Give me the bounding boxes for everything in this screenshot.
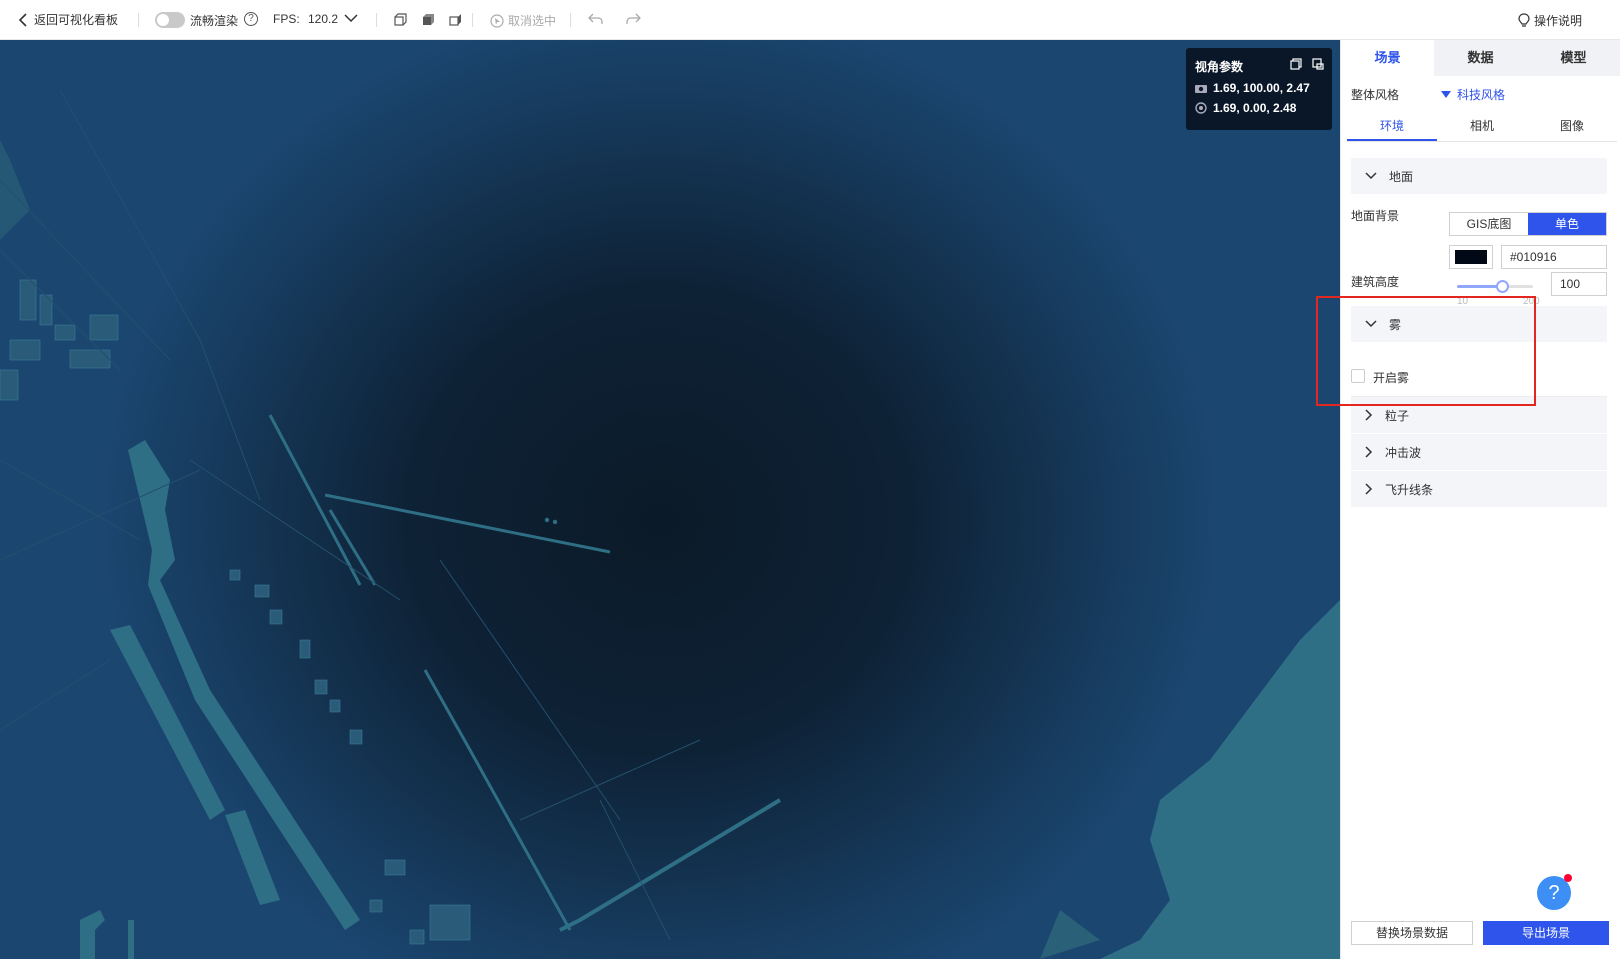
style-select[interactable]: 科技风格 [1441, 86, 1505, 103]
tab-scene[interactable]: 场景 [1341, 40, 1434, 76]
paste-icon[interactable] [1312, 58, 1324, 70]
sub-tabs: 环境 相机 图像 [1347, 110, 1617, 142]
building-height-input[interactable]: 100 [1551, 272, 1607, 296]
camera-position-value: 1.69, 100.00, 2.47 [1213, 81, 1310, 95]
render-help-icon[interactable]: ? [244, 12, 258, 26]
back-label: 返回可视化看板 [34, 13, 119, 27]
subtab-camera[interactable]: 相机 [1437, 110, 1527, 141]
view-front-icon[interactable] [393, 13, 407, 27]
map-viewport[interactable]: 视角参数 1.69, 100.00, 2.47 1.69, 0.00, 2.48 [0, 40, 1340, 959]
chevron-left-icon [18, 12, 27, 27]
section-ground-title: 地面 [1389, 169, 1414, 184]
toolbar-divider [472, 13, 473, 27]
redo-icon[interactable] [625, 12, 641, 26]
ground-bg-option-gis[interactable]: GIS底图 [1450, 213, 1528, 235]
highlight-box [1316, 296, 1536, 406]
building-height-label: 建筑高度 [1351, 275, 1400, 289]
style-row: 整体风格 科技风格 [1351, 86, 1611, 103]
back-button[interactable]: 返回可视化看板 [18, 11, 118, 28]
section-flying-lines[interactable]: 飞升线条 [1351, 471, 1607, 507]
building-height-slider-thumb[interactable] [1496, 280, 1509, 293]
color-preview [1455, 250, 1487, 264]
toolbar-divider [138, 13, 139, 27]
camera-target-value: 1.69, 0.00, 2.48 [1213, 101, 1297, 115]
subtab-image[interactable]: 图像 [1527, 110, 1617, 141]
camera-icon [1195, 85, 1207, 93]
smooth-render-toggle[interactable] [155, 12, 185, 28]
lightbulb-icon [1518, 12, 1530, 27]
top-toolbar: 返回可视化看板 流畅渲染 ? FPS: 120.2 取消选中 操作说明 [0, 0, 1620, 40]
camera-params-panel: 视角参数 1.69, 100.00, 2.47 1.69, 0.00, 2.48 [1186, 48, 1332, 130]
subtab-environment[interactable]: 环境 [1347, 110, 1437, 141]
section-shockwave-title: 冲击波 [1385, 445, 1422, 460]
section-flying-lines-title: 飞升线条 [1385, 482, 1434, 497]
ground-bg-label: 地面背景 [1351, 209, 1400, 223]
ground-bg-segmented: GIS底图 单色 [1449, 212, 1607, 236]
chevron-down-icon [1365, 172, 1377, 180]
guide-label: 操作说明 [1533, 14, 1582, 28]
tab-data[interactable]: 数据 [1434, 40, 1527, 76]
undo-icon[interactable] [588, 12, 604, 26]
ground-bg-option-solid[interactable]: 单色 [1528, 213, 1606, 235]
guide-button[interactable]: 操作说明 [1518, 12, 1582, 29]
tab-model[interactable]: 模型 [1527, 40, 1620, 76]
toolbar-divider [570, 13, 571, 27]
section-ground[interactable]: 地面 [1351, 158, 1607, 194]
chevron-down-icon [344, 14, 358, 23]
toolbar-divider [376, 13, 377, 27]
view-side-icon[interactable] [448, 13, 462, 27]
notification-dot [1564, 874, 1572, 882]
chevron-right-icon [1365, 446, 1373, 458]
map-terrain [0, 89, 1340, 959]
style-label: 整体风格 [1351, 88, 1400, 102]
fps-value: 120.2 [308, 12, 339, 26]
section-particles-title: 粒子 [1385, 408, 1410, 423]
chevron-right-icon [1365, 409, 1373, 421]
view-solid-icon[interactable] [421, 13, 435, 27]
panel-tabs: 场景 数据 模型 [1341, 40, 1620, 76]
cancel-select-button[interactable]: 取消选中 [490, 12, 556, 29]
chevron-right-icon [1365, 483, 1373, 495]
cancel-select-label: 取消选中 [508, 14, 557, 28]
copy-icon[interactable] [1290, 58, 1302, 70]
ground-color-swatch[interactable] [1449, 245, 1493, 269]
settings-panel: 场景 数据 模型 整体风格 科技风格 环境 相机 图像 地面 地面背景 GIS底… [1340, 40, 1620, 959]
fps-dropdown[interactable] [344, 12, 358, 26]
cursor-icon [490, 13, 504, 28]
ground-color-input[interactable]: #010916 [1501, 245, 1607, 269]
section-shockwave[interactable]: 冲击波 [1351, 434, 1607, 470]
smooth-render-label: 流畅渲染 [190, 14, 239, 28]
fps-label: FPS: [273, 12, 300, 26]
replace-scene-data-button[interactable]: 替换场景数据 [1351, 921, 1473, 945]
target-icon [1195, 102, 1207, 114]
export-scene-button[interactable]: 导出场景 [1483, 921, 1609, 945]
